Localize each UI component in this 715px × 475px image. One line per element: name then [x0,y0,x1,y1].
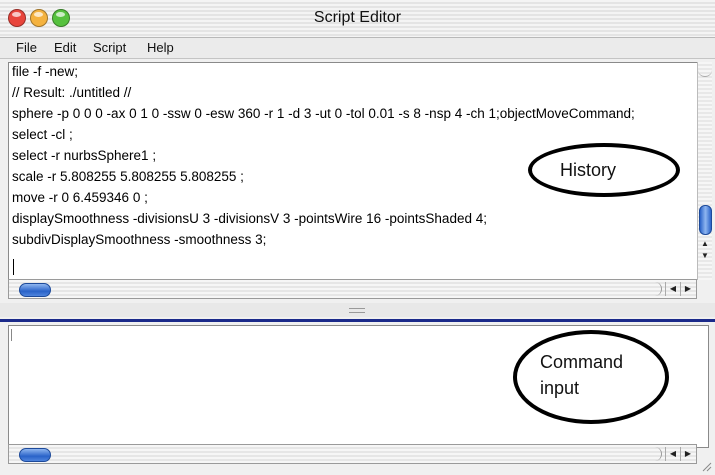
menu-edit[interactable]: Edit [54,40,76,55]
text-caret [11,329,12,341]
command-callout-label-line2: input [540,378,580,398]
history-line: // Result: ./untitled // [12,85,132,100]
scroll-track-cap [653,447,662,461]
history-line: sphere -p 0 0 0 -ax 0 1 0 -ssw 0 -esw 36… [12,106,635,121]
scroll-right-arrow-icon[interactable]: ▶ [680,282,695,296]
input-pane-top-border [0,319,715,322]
history-line: displaySmoothness -divisionsU 3 -divisio… [12,211,487,226]
command-callout-label-line1: Command [540,352,624,372]
history-line: subdivDisplaySmoothness -smoothness 3; [12,232,267,247]
pane-splitter[interactable] [0,303,715,317]
scroll-track-cap [653,282,662,296]
splitter-grip[interactable] [349,308,365,313]
history-horizontal-scrollbar[interactable]: ◀ ▶ [8,279,697,299]
menu-script[interactable]: Script [93,40,126,55]
history-vertical-scrollbar[interactable]: ▲ ▼ [697,62,712,280]
window-title: Script Editor [313,9,402,26]
scroll-track-cap [698,62,712,77]
scroll-right-arrow-icon[interactable]: ▶ [680,447,695,461]
history-vertical-scroll-thumb[interactable] [699,205,712,235]
text-caret [13,259,14,275]
command-input-callout: Command input [513,330,669,424]
command-input-horizontal-scroll-thumb[interactable] [19,448,51,462]
menu-help[interactable]: Help [147,40,174,55]
resize-grip-icon[interactable] [700,460,712,472]
command-input-horizontal-scrollbar[interactable]: ◀ ▶ [8,444,697,464]
scroll-up-arrow-icon[interactable]: ▲ [698,238,712,249]
title-bar[interactable]: Script Editor [0,0,715,38]
script-editor-window: Script Editor File Edit Script Help file… [0,0,715,475]
history-line: file -f -new; [12,64,79,79]
menu-file[interactable]: File [16,40,37,55]
history-callout-label: History [560,160,617,180]
history-horizontal-scroll-thumb[interactable] [19,283,51,297]
scroll-left-arrow-icon[interactable]: ◀ [665,447,680,461]
history-line: select -cl ; [12,127,73,142]
history-callout: History [528,143,680,197]
scroll-left-arrow-icon[interactable]: ◀ [665,282,680,296]
scroll-down-arrow-icon[interactable]: ▼ [698,250,712,261]
menu-bar: File Edit Script Help [0,38,715,59]
